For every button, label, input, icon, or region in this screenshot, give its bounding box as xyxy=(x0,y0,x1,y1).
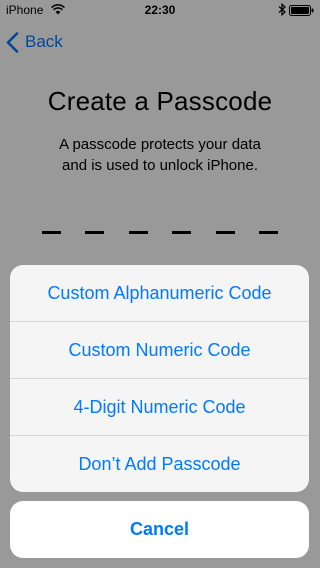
option-dont-add-passcode[interactable]: Don’t Add Passcode xyxy=(10,436,309,492)
passcode-options-sheet: Custom Alphanumeric Code Custom Numeric … xyxy=(10,265,309,492)
option-4-digit-numeric-code[interactable]: 4-Digit Numeric Code xyxy=(10,379,309,436)
cancel-button[interactable]: Cancel xyxy=(10,501,309,558)
option-custom-alphanumeric-code[interactable]: Custom Alphanumeric Code xyxy=(10,265,309,322)
option-custom-numeric-code[interactable]: Custom Numeric Code xyxy=(10,322,309,379)
